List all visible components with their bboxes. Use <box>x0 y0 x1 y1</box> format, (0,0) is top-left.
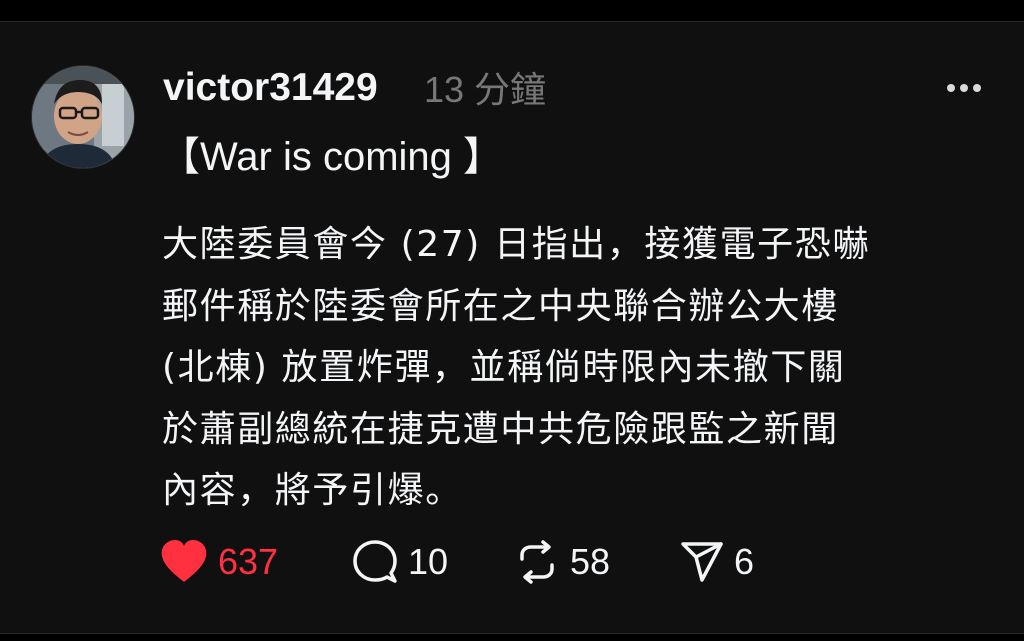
threads-post-screen: victor31429 13 分鐘 【War is coming 】 大陸委員會… <box>0 0 1024 641</box>
repost-button[interactable]: 58 <box>514 538 610 586</box>
comment-icon <box>353 540 397 583</box>
post-body-line: 大陸委員會今 (27) 日指出，接獲電子恐嚇 <box>162 224 870 265</box>
send-icon <box>681 542 723 582</box>
post-body-line: 郵件稱於陸委會所在之中央聯合辦公大樓 <box>162 285 839 327</box>
post-title: 【War is coming 】 <box>160 135 504 179</box>
author-username[interactable]: victor31429 <box>163 64 378 112</box>
more-options-button[interactable] <box>940 76 988 100</box>
reply-count: 10 <box>408 541 449 582</box>
post-timestamp: 13 分鐘 <box>424 69 547 110</box>
share-count: 6 <box>734 541 755 582</box>
avatar[interactable] <box>32 66 134 168</box>
like-count: 637 <box>218 541 279 582</box>
post-body-line: 於蕭副總統在捷克遭中共危險跟監之新聞 <box>162 408 839 450</box>
more-horizontal-icon <box>947 84 981 92</box>
bottom-divider <box>0 633 1024 641</box>
post-body-line: 內容，將予引爆。 <box>162 470 463 511</box>
post-body: 大陸委員會今 (27) 日指出，接獲電子恐嚇 郵件稱於陸委會所在之中央聯合辦公大… <box>162 214 992 522</box>
reply-button[interactable]: 10 <box>352 538 448 586</box>
heart-filled-icon <box>161 540 207 582</box>
repost-count: 58 <box>570 541 611 582</box>
post-body-line: (北棟) 放置炸彈，並稱倘時限內未撤下關 <box>162 347 846 388</box>
avatar-photo <box>32 66 134 168</box>
top-bar <box>0 0 1024 22</box>
repost-icon <box>520 540 554 584</box>
like-button[interactable]: 637 <box>160 538 278 586</box>
share-button[interactable]: 6 <box>680 538 754 586</box>
